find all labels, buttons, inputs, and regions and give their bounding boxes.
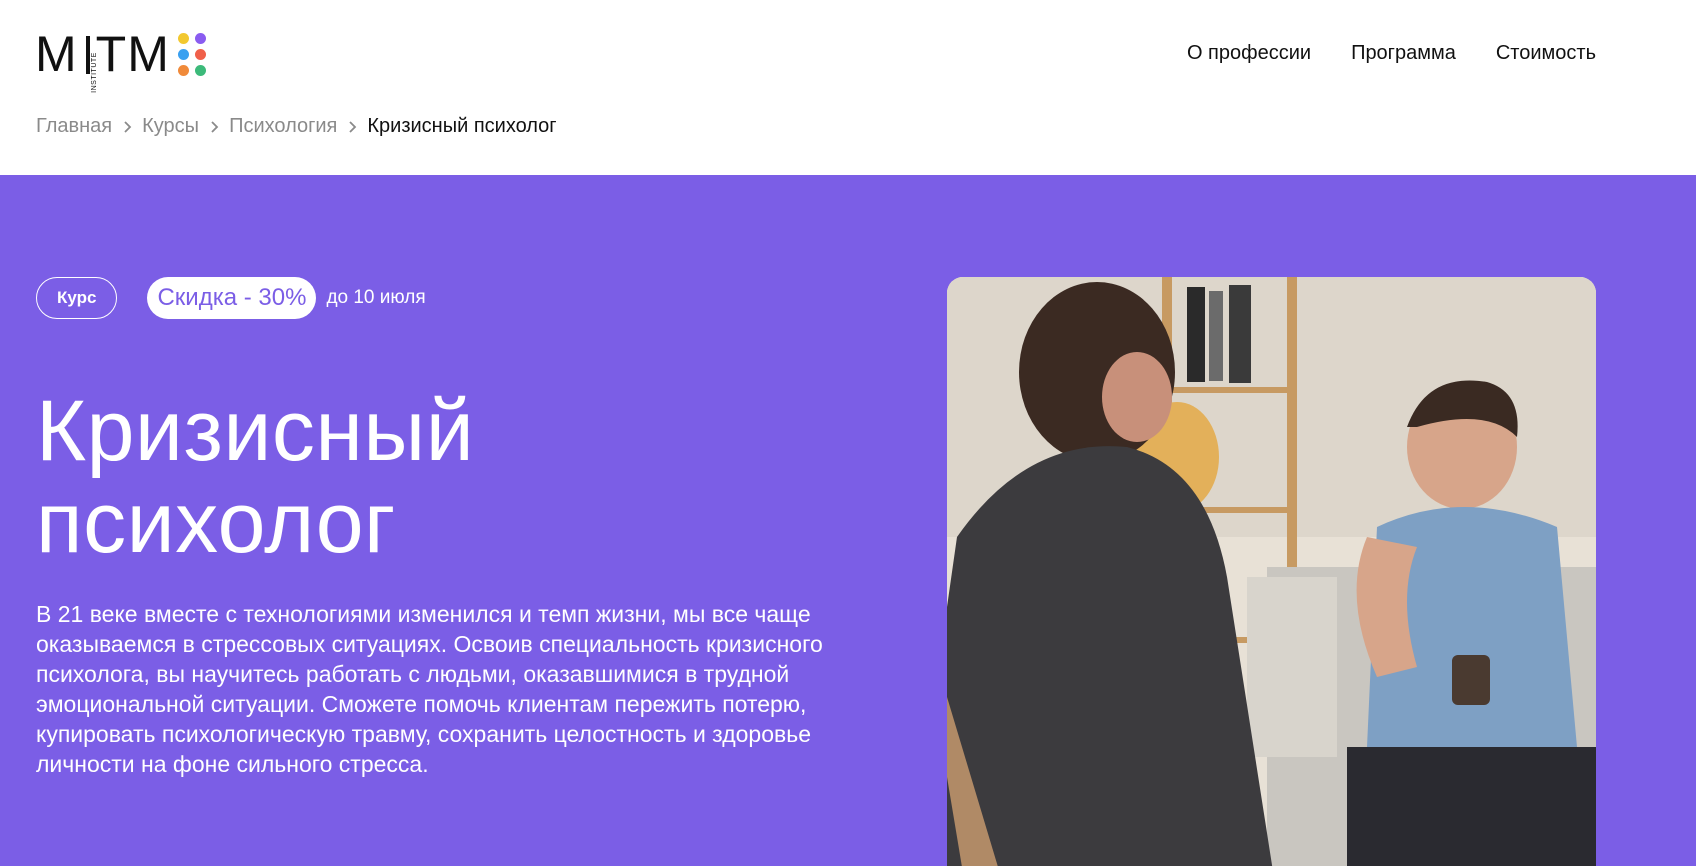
logo-dot — [177, 65, 189, 76]
nav-about-profession[interactable]: О профессии — [1187, 42, 1311, 65]
logo-dots-icon — [177, 33, 206, 76]
therapy-session-illustration — [947, 277, 1596, 866]
discount-badge: Скидка - 30% — [147, 277, 317, 319]
logo-dot — [177, 49, 189, 60]
breadcrumb-home[interactable]: Главная — [36, 115, 112, 138]
page-title: Кризисный психолог — [36, 383, 475, 571]
discount-deadline: до 10 июля — [326, 287, 426, 308]
course-description: В 21 веке вместе с технологиями изменилс… — [36, 601, 823, 777]
breadcrumb-psychology[interactable]: Психология — [229, 115, 337, 138]
chevron-right-icon — [199, 120, 229, 133]
logo-dot — [177, 33, 189, 44]
logo-dot — [194, 49, 206, 60]
logo-dot — [194, 33, 206, 44]
hero-photo — [947, 277, 1596, 866]
breadcrumb-current: Кризисный психолог — [367, 115, 557, 137]
nav-cost[interactable]: Стоимость — [1496, 42, 1596, 65]
logo-dot — [194, 65, 206, 76]
course-badge: Курс — [36, 277, 118, 319]
nav-program[interactable]: Программа — [1351, 42, 1456, 65]
chevron-right-icon — [337, 120, 367, 133]
chevron-right-icon — [112, 120, 142, 133]
logo-institute-bar: INSTITUTE — [80, 32, 97, 93]
main-nav: О профессии Программа Стоимость — [1187, 42, 1596, 65]
site-header: M INSTITUTE TM О профессии Программа Сто… — [0, 0, 1696, 175]
logo-wordmark: M INSTITUTE TM — [35, 26, 170, 93]
breadcrumb-courses[interactable]: Курсы — [142, 115, 199, 138]
breadcrumb: Главная Курсы Психология Кризисный психо… — [36, 115, 557, 138]
hero-section: Курс Скидка - 30% до 10 июля Кризисный п… — [0, 175, 1696, 866]
mitm-logo[interactable]: M INSTITUTE TM — [35, 26, 206, 93]
hero-badges: Курс Скидка - 30% до 10 июля — [36, 277, 426, 319]
